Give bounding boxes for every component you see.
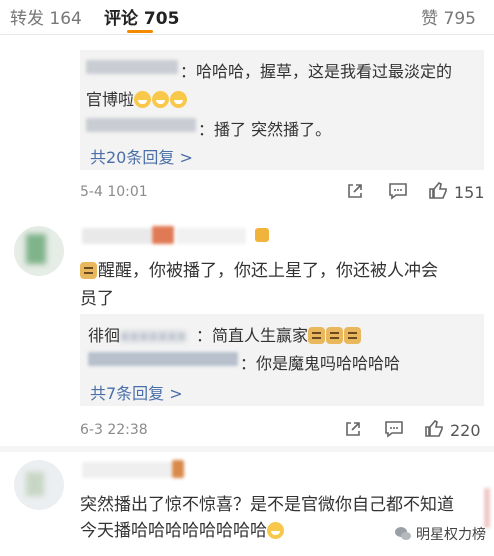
reply-text: ：你是魔鬼吗哈哈哈哈	[240, 354, 401, 373]
comment-text: 突然播出了惊不惊喜？是不是官微你自己都不知道	[80, 495, 454, 515]
doge-emoji	[308, 327, 326, 344]
verified-badge-icon	[255, 228, 269, 242]
comment-tabs: 转发 164 评论 705 赞 795	[0, 0, 494, 34]
comment-text: 醒醒，你被播了，你还上星了，你还被人冲会	[80, 256, 438, 281]
avatar[interactable]	[14, 226, 64, 276]
reply-username[interactable]	[86, 60, 178, 74]
comment-separator	[0, 446, 494, 452]
comment-text: 员了	[80, 289, 114, 309]
doge-emoji	[326, 327, 344, 344]
thumbs-up-icon[interactable]	[424, 419, 444, 442]
thumbs-up-icon[interactable]	[428, 181, 448, 204]
comment-separator	[0, 212, 494, 220]
laugh-emoji	[134, 91, 152, 108]
wechat-icon	[394, 526, 412, 546]
comment-icon[interactable]	[388, 182, 408, 204]
watermark: 明星权力榜	[394, 524, 486, 546]
doge-emoji	[344, 327, 362, 344]
like-count: 220	[450, 421, 481, 440]
reply-text: ：哈哈哈，握草，这是我看过最淡定的	[180, 62, 453, 81]
tab-comments[interactable]: 评论 705	[104, 4, 179, 29]
comment-time: 6-3 22:38	[80, 422, 148, 438]
reply-username[interactable]: 徘徊xxxxxxx	[88, 322, 186, 346]
username[interactable]	[152, 226, 174, 244]
reply-username[interactable]	[88, 352, 238, 366]
doge-emoji	[80, 262, 97, 279]
more-replies-link[interactable]: 共20条回复 >	[90, 144, 193, 168]
avatar[interactable]	[14, 460, 64, 510]
reply-text: 官博啦	[86, 86, 188, 110]
divider	[0, 34, 494, 35]
comment-time: 5-4 10:01	[80, 184, 148, 200]
username[interactable]	[172, 460, 184, 478]
share-icon[interactable]	[344, 420, 362, 442]
tab-repost[interactable]: 转发 164	[10, 4, 82, 29]
active-tab-indicator	[127, 30, 153, 33]
username[interactable]	[82, 462, 172, 478]
comment-icon[interactable]	[384, 420, 404, 442]
laugh-emoji	[170, 91, 188, 108]
reply-text: ：简直人生赢家	[196, 322, 362, 346]
scrollbar[interactable]	[484, 488, 490, 528]
username[interactable]	[176, 228, 246, 244]
reply-text: ：播了 突然播了。	[198, 120, 332, 139]
reply-username[interactable]	[86, 118, 196, 132]
more-replies-link[interactable]: 共7条回复 >	[90, 380, 183, 404]
like-count: 151	[454, 183, 485, 202]
share-icon[interactable]	[346, 182, 364, 204]
laugh-emoji	[267, 522, 284, 539]
laugh-emoji	[152, 91, 170, 108]
tab-likes[interactable]: 赞 795	[421, 4, 476, 29]
username[interactable]	[82, 228, 152, 244]
comment-text: 今天播哈哈哈哈哈哈哈哈	[80, 516, 285, 541]
